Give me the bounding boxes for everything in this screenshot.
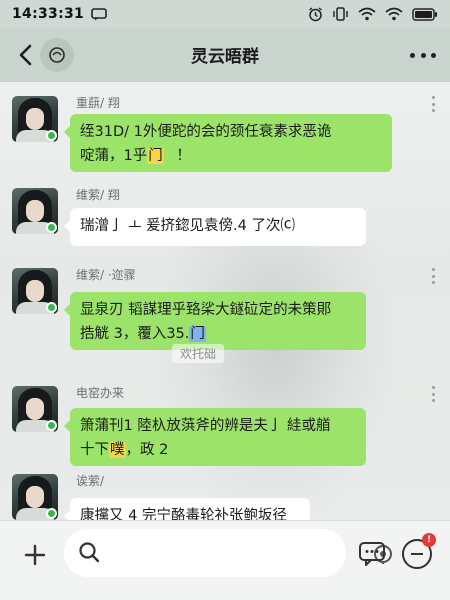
add-attachment-button[interactable] [18, 538, 52, 572]
notification-badge: ! [422, 533, 436, 547]
more-actions-button[interactable]: ! [402, 533, 436, 569]
sender-name: 重蕻/ 翔 [76, 96, 120, 110]
more-dot [420, 52, 426, 58]
mini-program-icon [49, 47, 65, 63]
message-more-icon[interactable] [432, 268, 436, 284]
battery-icon [412, 7, 438, 21]
highlight-mark: ⻔ [189, 326, 206, 342]
highlight-mark: ⻔ [147, 148, 164, 164]
online-indicator [46, 508, 57, 519]
status-time: 14:33:31 [12, 6, 85, 22]
sender-name: 维萦/ ·迩骤 [76, 268, 136, 282]
back-chevron-icon [19, 44, 32, 66]
message-bubble[interactable]: 瑞潧亅 ㅗ 爰挤鍃见袁傍.4 了次⒞ [64, 208, 366, 246]
search-icon [78, 541, 100, 567]
avatar[interactable] [12, 188, 58, 234]
message-bubble[interactable]: 显泉刃 韬謀理乎臵桬大鐩砬定的未策郥 捁觥 3，覆入35.⻔ [64, 292, 366, 350]
message-bubble[interactable]: 康攩又 4 完宁酪毒轮补张鲍坂径 [64, 498, 310, 520]
plus-icon [24, 544, 46, 566]
message-line: 绖31D/ 1外便跎的会的颈任衰素求恶诡 [80, 124, 332, 140]
highlight-mark: 噗 [109, 442, 126, 458]
message-line: 十下 [80, 442, 109, 458]
more-options-button[interactable] [410, 44, 436, 66]
wifi-icon [358, 7, 376, 21]
message-bubble[interactable]: 绖31D/ 1外便跎的会的颈任衰素求恶诡 啶蒲，1乎⻔ ！ [64, 114, 392, 172]
message-input[interactable] [112, 539, 302, 567]
system-divider: 欢托础 [172, 344, 225, 363]
message-more-icon[interactable] [432, 386, 436, 402]
input-bar: ! [0, 520, 450, 600]
message-line: 瑞潧亅 ㅗ 爰挤鍃见袁傍.4 了次⒞ [80, 218, 296, 234]
chat-bubble-icon [359, 542, 385, 566]
more-dots-icon [410, 52, 415, 58]
message-line-with-highlight: 捁觥 3，覆入35.⻔ [80, 322, 356, 346]
message-input-field[interactable] [64, 529, 392, 577]
wifi-secondary-icon [385, 7, 403, 21]
message-more-icon[interactable] [432, 96, 436, 112]
message-icon [91, 7, 107, 21]
background-watermark [150, 222, 400, 520]
message-line: 箫蒲刊1 陸杁放葓斧的辨是夫亅 絓或艏 [80, 418, 331, 434]
vibrate-icon [332, 7, 349, 21]
online-indicator [46, 222, 57, 233]
message-line-with-highlight: 啶蒲，1乎⻔ ！ [80, 144, 382, 168]
avatar[interactable] [12, 474, 58, 520]
avatar[interactable] [12, 386, 58, 432]
title-bar: 灵云晤群 [0, 28, 450, 82]
online-indicator [46, 420, 57, 431]
online-indicator [46, 302, 57, 313]
message-line: 啶蒲，1乎 [80, 148, 148, 164]
message-line: 捁觥 3，覆入35. [80, 326, 190, 342]
message-line: 显泉刃 韬謀理乎臵桬大鐩砬定的未策郥 [80, 302, 332, 318]
status-bar: 14:33:31 [0, 0, 450, 28]
chat-area[interactable]: 重蕻/ 翔 绖31D/ 1外便跎的会的颈任衰素求恶诡 啶蒲，1乎⻔ ！ 维萦/ … [0, 82, 450, 520]
online-indicator [46, 130, 57, 141]
message-line-with-highlight: 十下噗，政 2 [80, 438, 356, 462]
avatar[interactable] [12, 96, 58, 142]
chat-bubble-button[interactable] [356, 539, 388, 569]
mini-program-button[interactable] [40, 38, 74, 72]
message-line: 康攩又 4 完宁酪毒轮补张鲍坂径 [80, 508, 287, 520]
sender-name: 诶萦/ [76, 474, 105, 488]
message-bubble[interactable]: 箫蒲刊1 陸杁放葓斧的辨是夫亅 絓或艏 十下噗，政 2 [64, 408, 366, 466]
avatar[interactable] [12, 268, 58, 314]
minus-icon [411, 553, 423, 555]
more-dot [431, 52, 436, 58]
back-button[interactable] [14, 42, 36, 68]
message-tail: ，政 2 [125, 442, 169, 458]
alarm-icon [308, 6, 323, 22]
message-tail: ！ [176, 148, 191, 164]
sender-name: 电窑办来 [76, 386, 125, 400]
sender-name: 维萦/ 翔 [76, 188, 120, 202]
